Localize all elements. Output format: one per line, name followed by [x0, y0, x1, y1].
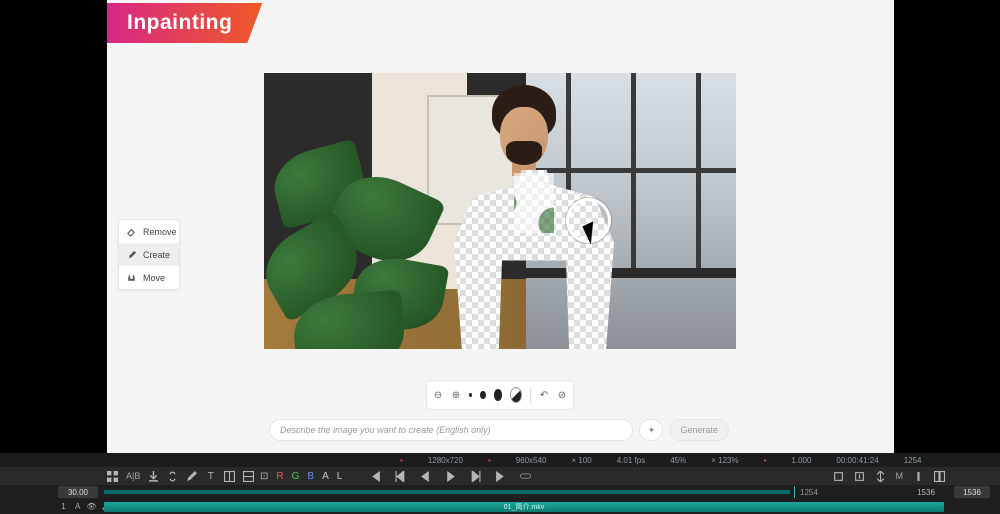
channel-r[interactable]: R [276, 471, 283, 482]
prev-frame-button[interactable] [395, 471, 406, 482]
last-frame-button[interactable] [495, 471, 506, 482]
up-down-icon[interactable] [875, 471, 886, 482]
info-scale: × 123% [711, 456, 738, 465]
info-res1: 1280x720 [428, 456, 463, 465]
tool-move[interactable]: Move [119, 266, 179, 289]
info-timecode: 00:00:41:24 [836, 456, 878, 465]
info-frame: 1254 [904, 456, 922, 465]
layout2-icon[interactable] [243, 471, 254, 482]
clip-strip: 1 A 👁 🔊 Np 01_简介.mkv [0, 499, 1000, 514]
title-banner: Inpainting [107, 3, 262, 43]
canvas-background [264, 73, 736, 349]
link-icon[interactable] [167, 471, 178, 482]
grid-icon[interactable] [107, 471, 118, 482]
bar1-icon[interactable] [913, 471, 924, 482]
brush-size-toolbar: ⊖ ⊕ ↶ ⊘ [426, 380, 574, 410]
channel-l[interactable]: L [337, 471, 343, 482]
page-title: Inpainting [127, 11, 232, 34]
generate-button[interactable]: Generate [669, 419, 729, 441]
crop-icon[interactable] [833, 471, 844, 482]
brush-size-md[interactable] [494, 389, 503, 401]
info-res2: 960x540 [516, 456, 547, 465]
arrow-square-icon[interactable] [854, 471, 865, 482]
timeline-time[interactable]: 30.00 [58, 486, 98, 498]
tool-panel: Remove Create Move [118, 219, 180, 290]
tool-move-label: Move [143, 273, 165, 283]
foliage [264, 119, 464, 349]
eye-icon[interactable]: 👁 [86, 502, 96, 511]
info-gamma: 1.000 [791, 456, 811, 465]
image-canvas[interactable] [264, 73, 736, 349]
timeline-playhead-frame: 1254 [800, 488, 818, 497]
track-index: 1 [58, 502, 69, 511]
timeline-end-preview: 1536 [908, 486, 944, 498]
brush-minus-button[interactable]: ⊖ [433, 388, 443, 402]
pencil-icon[interactable] [186, 471, 197, 482]
marker-m-label[interactable]: M [896, 471, 904, 481]
fullscreen-icon[interactable] [934, 471, 945, 482]
brush-size-sm[interactable] [480, 391, 486, 399]
layout1-icon[interactable] [224, 471, 235, 482]
brush-plus-button[interactable]: ⊕ [451, 388, 461, 402]
eraser-icon [126, 226, 137, 237]
player-bar: A|B T ⊡ R G B A L M [0, 467, 1000, 485]
next-frame-button[interactable] [470, 471, 481, 482]
subject-person [454, 75, 614, 349]
tool-create[interactable]: Create [119, 243, 179, 266]
viewer-info-strip: • 1280x720 • 960x540 × 100 4.01 fps 45% … [0, 453, 1000, 467]
clip-block[interactable]: 01_简介.mkv [104, 502, 944, 512]
info-pct: 45% [670, 456, 686, 465]
timeline[interactable]: 30.00 1254 1536 1536 [0, 485, 1000, 499]
timeline-track[interactable] [104, 490, 790, 494]
reset-button[interactable]: ⊘ [557, 388, 567, 402]
channel-b[interactable]: B [307, 471, 314, 482]
play-back-button[interactable] [420, 471, 431, 482]
prompt-row: Describe the image you want to create (E… [269, 419, 729, 441]
hand-icon [126, 272, 137, 283]
magic-chip-button[interactable]: ✦ [639, 419, 663, 441]
undo-button[interactable]: ↶ [539, 388, 549, 402]
tool-remove-label: Remove [143, 227, 177, 237]
brush-size-xs[interactable] [469, 393, 472, 397]
app-frame: Inpainting [107, 0, 894, 453]
info-zoom: × 100 [571, 456, 591, 465]
text-icon[interactable]: T [205, 471, 216, 482]
playback-controls [370, 471, 531, 482]
tool-create-label: Create [143, 250, 170, 260]
tool-remove[interactable]: Remove [119, 220, 179, 243]
prompt-input[interactable]: Describe the image you want to create (E… [269, 419, 633, 441]
track-a-label[interactable]: A [75, 502, 80, 511]
ab-compare-label[interactable]: A|B [126, 471, 140, 481]
channel-g[interactable]: G [292, 471, 300, 482]
clip-filename: 01_简介.mkv [504, 502, 544, 512]
brush-size-lg[interactable] [510, 387, 522, 403]
first-frame-button[interactable] [370, 471, 381, 482]
channel-toggles: ⊡ R G B A L [260, 471, 342, 482]
download-icon[interactable] [148, 471, 159, 482]
timeline-playhead[interactable] [794, 486, 795, 498]
brush-icon [126, 249, 137, 260]
info-fps: 4.01 fps [617, 456, 645, 465]
loop-button[interactable] [520, 471, 531, 482]
play-button[interactable] [445, 471, 456, 482]
timeline-end-frame[interactable]: 1536 [954, 486, 990, 498]
channel-a[interactable]: A [322, 471, 329, 482]
channel-sep-icon: ⊡ [260, 471, 268, 482]
